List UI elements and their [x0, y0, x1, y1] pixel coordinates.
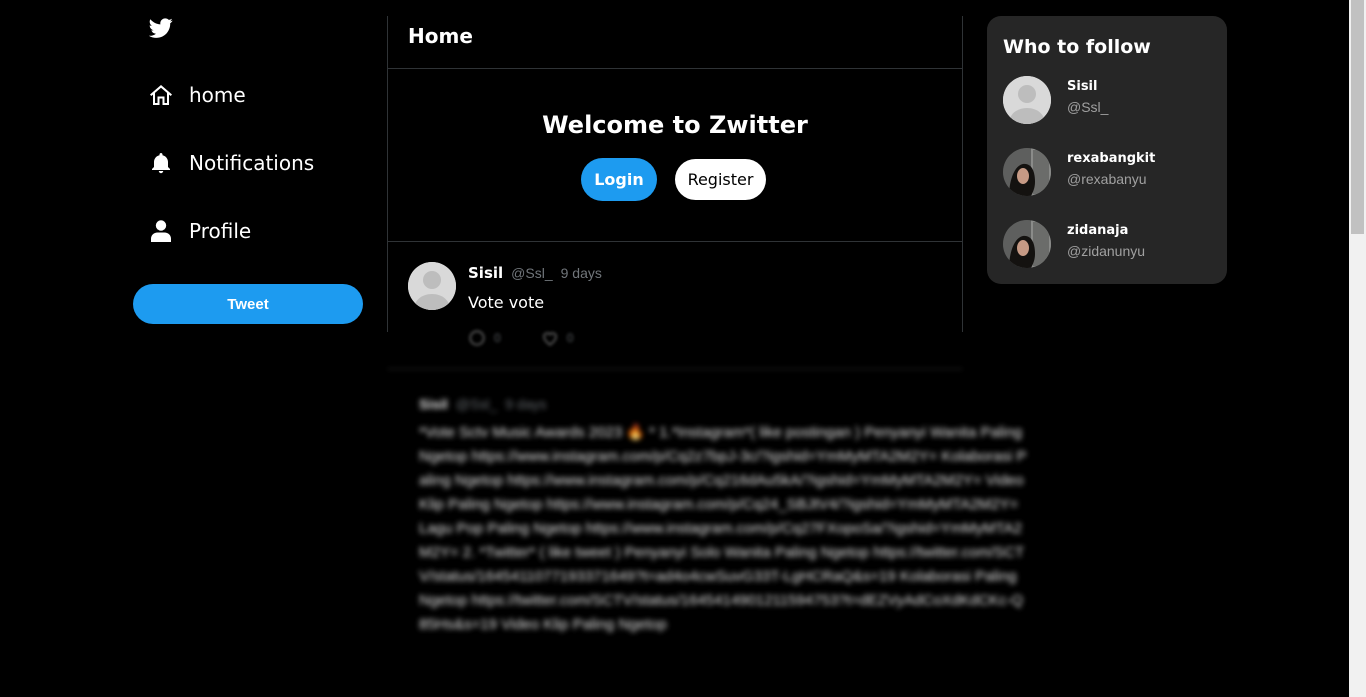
page-title: Home: [408, 24, 473, 48]
tweet-timestamp: 9 days: [560, 265, 602, 281]
tweet-timestamp: 9 days: [505, 396, 547, 412]
nav-item-notifications[interactable]: Notifications: [149, 143, 314, 183]
welcome-title: Welcome to Zwitter: [542, 111, 808, 139]
main-feed: Home Welcome to Zwitter Login Register S…: [387, 0, 1027, 697]
nav-item-home[interactable]: home: [149, 75, 246, 115]
like-action[interactable]: 0: [541, 329, 574, 347]
nav-label-home: home: [189, 83, 246, 107]
feed-header: Home: [387, 16, 963, 69]
tweet-author-name[interactable]: Sisil: [419, 396, 448, 412]
bell-icon: [149, 151, 173, 175]
page-scrollbar[interactable]: [1349, 0, 1366, 697]
follow-handle: @zidanunyu: [1067, 243, 1146, 259]
follow-suggestion[interactable]: zidanaja @zidanunyu: [1003, 220, 1213, 268]
follow-name: rexabangkit: [1067, 151, 1156, 166]
avatar[interactable]: [1003, 76, 1051, 124]
tweet-text: Vote vote: [468, 293, 545, 312]
nav-label-notifications: Notifications: [189, 151, 315, 175]
login-button[interactable]: Login: [581, 158, 657, 201]
who-to-follow-panel: Who to follow Sisil @Ssl_ rexabangkit @r…: [987, 16, 1227, 284]
heart-icon: [542, 332, 557, 346]
follow-suggestion[interactable]: rexabangkit @rexabanyu: [1003, 148, 1213, 196]
tweet-item[interactable]: Sisil @Ssl_ 9 days *Vote Sctv Music Awar…: [387, 368, 1027, 697]
reply-action[interactable]: 0: [468, 329, 501, 347]
follow-handle: @rexabanyu: [1067, 171, 1147, 187]
tweet-author-handle: @Ssl_: [455, 396, 498, 412]
who-to-follow-title: Who to follow: [1003, 36, 1151, 58]
tweet-author-name[interactable]: Sisil: [468, 264, 503, 282]
user-icon: [149, 219, 173, 243]
reply-icon: [469, 330, 485, 346]
scrollbar-thumb[interactable]: [1351, 0, 1364, 234]
follow-name: Sisil: [1067, 79, 1098, 94]
tweet-item[interactable]: Sisil @Ssl_ 9 days Vote vote 0 0: [387, 242, 963, 346]
avatar[interactable]: [1003, 148, 1051, 196]
reply-count: 0: [494, 331, 501, 345]
nav-label-profile: Profile: [189, 219, 252, 243]
nav-item-profile[interactable]: Profile: [149, 211, 251, 251]
follow-suggestion[interactable]: Sisil @Ssl_: [1003, 76, 1213, 124]
tweet-header: Sisil @Ssl_ 9 days: [468, 264, 602, 282]
follow-name: zidanaja: [1067, 223, 1129, 238]
auth-buttons: Login Register: [581, 158, 766, 201]
register-button[interactable]: Register: [675, 159, 766, 200]
avatar[interactable]: [1003, 220, 1051, 268]
tweet-actions: 0 0: [468, 329, 573, 347]
like-count: 0: [566, 331, 574, 345]
tweet-author-handle: @Ssl_: [511, 265, 553, 281]
follow-handle: @Ssl_: [1067, 99, 1109, 115]
tweet-text: *Vote Sctv Music Awards 2023 🔥 * 1.*Inst…: [419, 424, 1027, 633]
twitter-bird-icon[interactable]: [148, 16, 173, 40]
avatar[interactable]: [408, 262, 456, 310]
welcome-section: Welcome to Zwitter Login Register: [387, 69, 963, 242]
home-icon: [149, 83, 173, 107]
tweet-header: Sisil @Ssl_ 9 days: [419, 396, 547, 412]
tweet-button[interactable]: Tweet: [133, 284, 363, 324]
